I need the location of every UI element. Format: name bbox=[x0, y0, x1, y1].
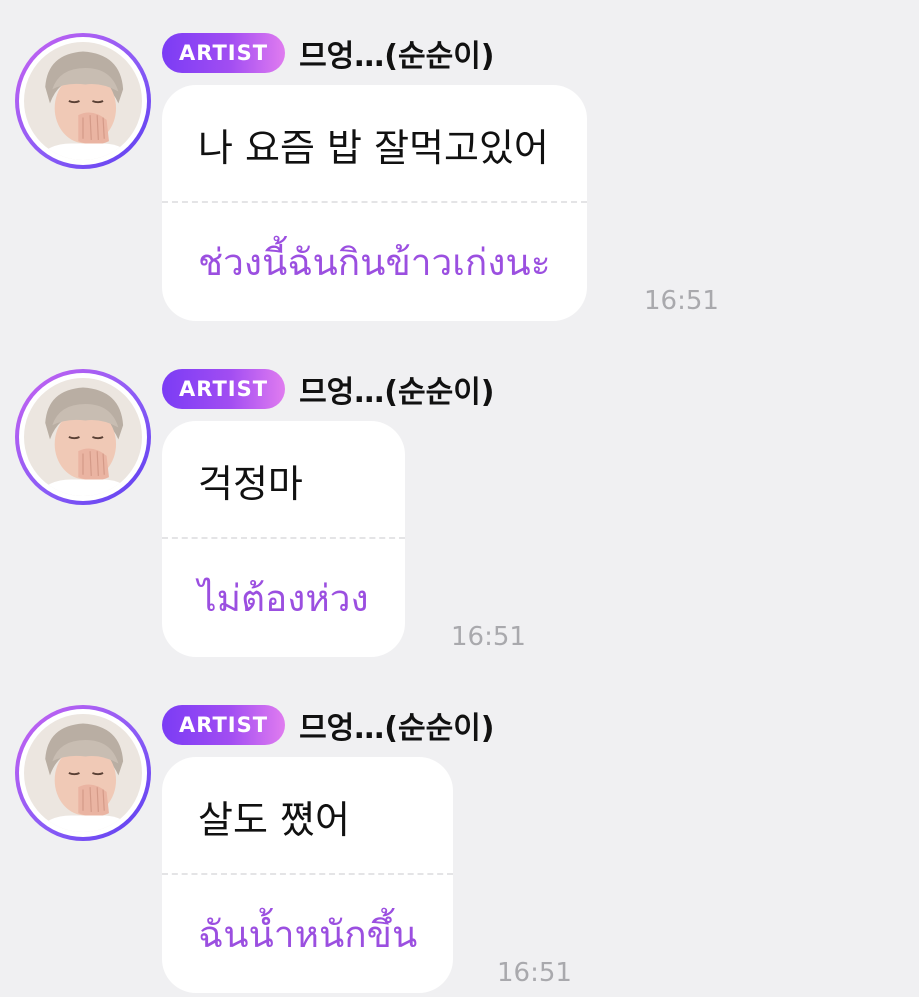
profile-photo-icon bbox=[24, 714, 142, 832]
translation-text: ช่วงนี้ฉันกินข้าวเก่งนะ bbox=[198, 240, 551, 284]
translation-text: ไม่ต้องห่วง bbox=[198, 576, 369, 620]
message-text: 살도 쪘어 bbox=[198, 797, 350, 842]
message-text: 나 요즘 밥 잘먹고있어 bbox=[198, 125, 549, 170]
profile-photo-icon bbox=[24, 378, 142, 496]
timestamp: 16:51 bbox=[644, 286, 719, 316]
message-bubble[interactable]: 걱정마 ไม่ต้องห่วง bbox=[162, 421, 405, 657]
sender-name[interactable]: 므엉…(순순이) bbox=[299, 31, 494, 75]
message-bubble[interactable]: 살도 쪘어 ฉันน้ำหนักขึ้น bbox=[162, 757, 454, 993]
artist-badge: ARTIST bbox=[162, 33, 286, 73]
avatar[interactable] bbox=[15, 369, 151, 505]
avatar[interactable] bbox=[15, 33, 151, 169]
translation-text: ฉันน้ำหนักขึ้น bbox=[198, 912, 418, 956]
artist-badge: ARTIST bbox=[162, 705, 286, 745]
message-text: 걱정마 bbox=[198, 461, 303, 506]
timestamp: 16:51 bbox=[451, 622, 526, 652]
message-header: ARTIST 므엉…(순순이) bbox=[162, 31, 495, 75]
message-bubble[interactable]: 나 요즘 밥 잘먹고있어 ช่วงนี้ฉันกินข้าวเก่งนะ bbox=[162, 85, 587, 321]
artist-badge: ARTIST bbox=[162, 369, 286, 409]
chat-list: ARTIST 므엉…(순순이) 나 요즘 밥 잘먹고있어 ช่วงนี้ฉันก… bbox=[0, 0, 919, 997]
profile-photo-icon bbox=[24, 42, 142, 160]
avatar[interactable] bbox=[15, 705, 151, 841]
chat-message: ARTIST 므엉…(순순이) 살도 쪘어 ฉันน้ำหนักขึ้น 16:… bbox=[0, 705, 919, 995]
chat-message: ARTIST 므엉…(순순이) 나 요즘 밥 잘먹고있어 ช่วงนี้ฉันก… bbox=[0, 33, 919, 323]
chat-message: ARTIST 므엉…(순순이) 걱정마 ไม่ต้องห่วง 16:51 bbox=[0, 369, 919, 659]
timestamp: 16:51 bbox=[497, 958, 572, 988]
sender-name[interactable]: 므엉…(순순이) bbox=[299, 367, 494, 411]
sender-name[interactable]: 므엉…(순순이) bbox=[299, 703, 494, 747]
message-header: ARTIST 므엉…(순순이) bbox=[162, 367, 495, 411]
message-header: ARTIST 므엉…(순순이) bbox=[162, 703, 495, 747]
